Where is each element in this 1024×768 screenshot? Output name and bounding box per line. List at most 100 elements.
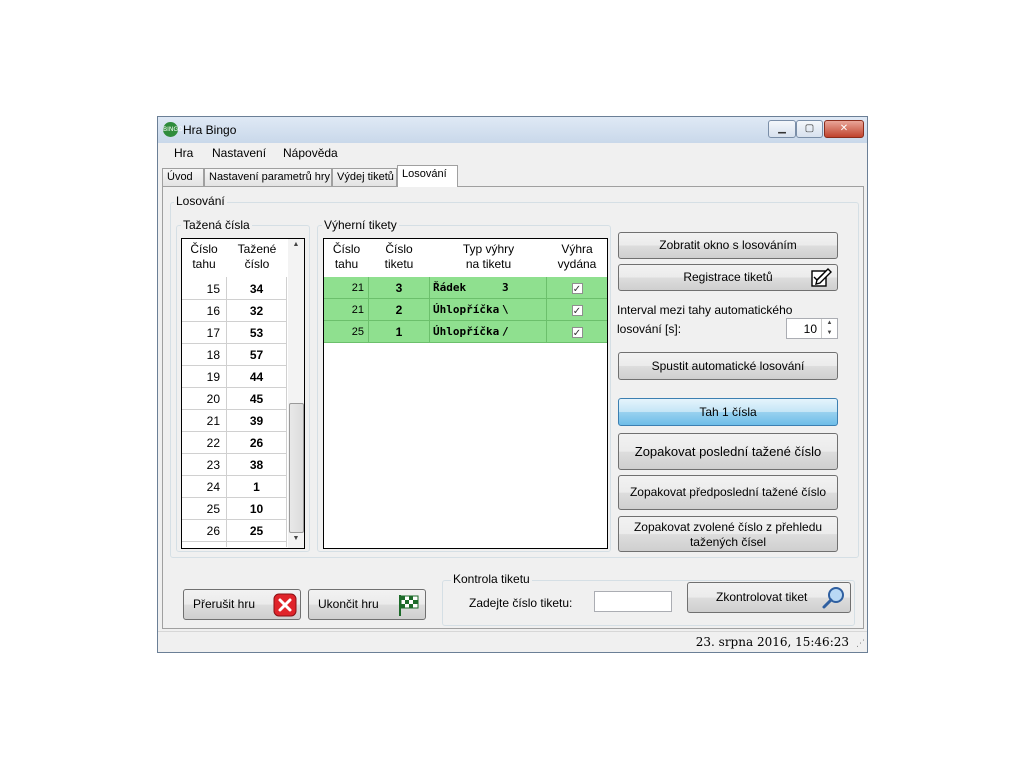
draw-number-cell: 26 [206,524,220,538]
drawn-number-cell: 1 [253,480,260,494]
draw-number-cell: 19 [206,370,220,384]
win-type-extra: 3 [502,281,509,294]
win-type-extra: / [502,325,509,338]
tab-nastaveni-parametru[interactable]: Nastavení parametrů hry [204,168,332,186]
edit-register-icon [811,268,832,287]
grid-line [182,541,286,542]
register-tickets-label: Registrace tiketů [683,270,773,284]
drawn-scrollbar[interactable]: ▲ ▼ [288,239,304,548]
header-line: Tažené [237,242,277,256]
spin-up-icon[interactable]: ▲ [821,319,837,328]
draw-number-cell: 24 [206,480,220,494]
repeat-previous-number-button[interactable]: Zopakovat předposlední tažené číslo [618,475,838,510]
table-row[interactable]: 25 1 Úhlopříčka / ✓ [324,321,607,343]
table-row[interactable]: 17 53 [182,322,286,344]
abort-game-button[interactable]: Přerušit hru [183,589,301,620]
bingo-app-icon: BINGO [163,122,183,137]
paid-checkbox[interactable]: ✓ [571,327,583,339]
start-auto-draw-button[interactable]: Spustit automatické losování [618,352,838,380]
table-row[interactable]: 21 39 [182,410,286,432]
drawn-number-cell: 25 [249,524,264,538]
table-row[interactable]: 18 57 [182,344,286,366]
menu-nastaveni[interactable]: Nastavení [212,146,266,160]
check-ticket-label: Zkontrolovat tiket [716,590,808,604]
interval-stepper[interactable]: 10 ▲ ▼ [786,318,838,339]
draw-number-cell: 22 [206,436,220,450]
column-header-draw[interactable]: Číslo tahu [324,242,369,272]
abort-game-label: Přerušit hru [193,597,256,611]
repeat-selected-label-2: tažených čísel [689,535,767,549]
title-bar[interactable]: BINGO Hra Bingo ▁ ▢ ✕ [158,117,867,143]
close-button[interactable]: ✕ [824,120,864,138]
draw-number-cell: 17 [206,326,220,340]
paid-checkbox[interactable]: ✓ [571,305,583,317]
column-header-type[interactable]: Typ výhry na tiketu [430,242,547,272]
winning-tickets-list[interactable]: Číslo tahu Číslo tiketu Typ výhry na tik… [323,238,608,549]
losovani-group: Losování Tažená čísla Číslo tahu Tažené … [170,194,859,558]
magnifier-icon [822,587,844,609]
win-ticket-cell: 3 [369,277,430,299]
win-ticket-cell: 1 [369,321,430,343]
scroll-down-icon[interactable]: ▼ [288,535,304,547]
tab-vydej-tiketu[interactable]: Výdej tiketů [332,168,397,186]
header-line: tahu [192,257,216,271]
menu-napoveda[interactable]: Nápověda [283,146,338,160]
drawn-number-cell: 39 [249,414,264,428]
column-header-number[interactable]: Tažené číslo [227,242,287,272]
table-row[interactable]: 21 3 Řádek 3 ✓ [324,277,607,299]
draw-one-number-button[interactable]: Tah 1 čísla [618,398,838,426]
paid-checkbox[interactable]: ✓ [571,283,583,295]
repeat-last-number-button[interactable]: Zopakovat poslední tažené číslo [618,433,838,470]
tab-uvod[interactable]: Úvod [162,168,204,186]
interval-label-line2: losování [s]: [617,322,682,336]
scroll-thumb[interactable] [289,403,304,533]
win-draw-cell: 25 [324,321,369,343]
table-row[interactable]: 22 26 [182,432,286,454]
menu-bar: Hra Nastavení Nápověda [158,143,867,163]
ticket-number-input[interactable] [594,591,672,612]
checkered-flag-icon [399,595,419,616]
header-line: na tiketu [465,257,512,271]
table-row[interactable]: 21 2 Úhlopříčka \ ✓ [324,299,607,321]
draw-number-cell: 23 [206,458,220,472]
win-type-extra: \ [502,303,509,316]
register-tickets-button[interactable]: Registrace tiketů [618,264,838,291]
check-ticket-button[interactable]: Zkontrolovat tiket [687,582,851,613]
show-draw-window-button[interactable]: Zobratit okno s losováním [618,232,838,259]
table-row[interactable]: 15 34 [182,278,286,300]
column-header-ticket[interactable]: Číslo tiketu [369,242,429,272]
drawn-number-cell: 38 [249,458,264,472]
finish-game-button[interactable]: Ukončit hru [308,589,426,620]
finish-game-label: Ukončit hru [318,597,379,611]
draw-number-cell: 18 [206,348,220,362]
header-line: Číslo [385,242,413,256]
column-header-draw[interactable]: Číslo tahu [182,242,226,272]
table-row[interactable]: 19 44 [182,366,286,388]
table-row[interactable]: 24 1 [182,476,286,498]
drawn-number-cell: 57 [249,348,264,362]
tab-losovani[interactable]: Losování [397,165,458,187]
grid-line [324,342,607,343]
minimize-button[interactable]: ▁ [768,120,796,138]
table-row[interactable]: 25 10 [182,498,286,520]
red-x-icon [273,593,297,617]
window-title: Hra Bingo [183,123,237,137]
ticket-number-label: Zadejte číslo tiketu: [469,596,573,610]
scroll-up-icon[interactable]: ▲ [288,241,304,253]
maximize-button[interactable]: ▢ [796,120,823,138]
header-line: Typ výhry [462,242,515,256]
winning-tickets-title: Výherní tikety [322,218,399,232]
spin-down-icon[interactable]: ▼ [821,328,837,338]
table-row[interactable]: 23 38 [182,454,286,476]
drawn-numbers-list[interactable]: Číslo tahu Tažené číslo 15 34 16 32 17 53 18 57… [181,238,305,549]
table-row[interactable]: 26 25 [182,520,286,542]
repeat-selected-number-button[interactable]: Zopakovat zvolené číslo z přehledu tažen… [618,516,838,552]
header-line: tahu [334,257,359,271]
table-row[interactable]: 20 45 [182,388,286,410]
column-header-paid[interactable]: Výhra vydána [547,242,607,272]
menu-hra[interactable]: Hra [174,146,193,160]
draw-number-cell: 25 [206,502,220,516]
win-type-cell: Úhlopříčka \ [430,299,547,321]
table-row[interactable]: 16 32 [182,300,286,322]
resize-grip-icon[interactable]: ⋰ [856,638,865,649]
